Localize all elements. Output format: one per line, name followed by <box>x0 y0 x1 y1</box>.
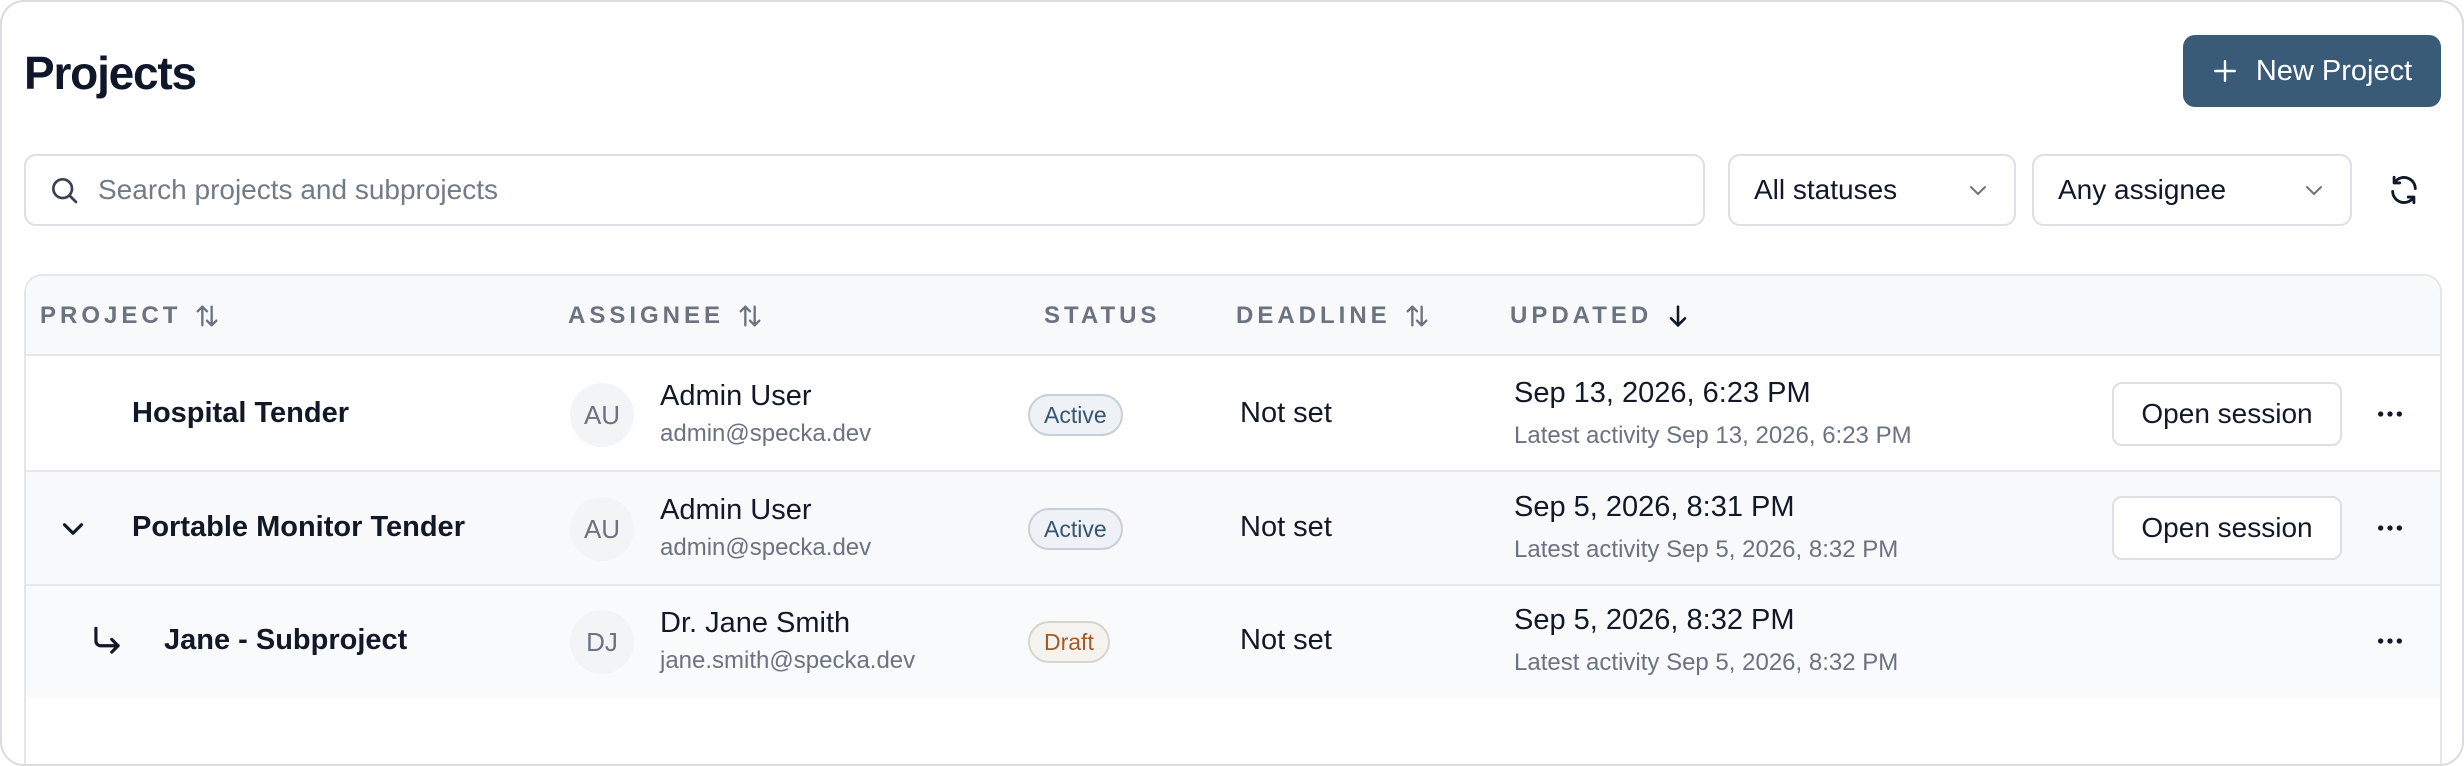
avatar: AU <box>570 497 634 561</box>
assignee-email: admin@specka.dev <box>660 420 872 447</box>
column-header-status: STATUS <box>1044 276 1160 356</box>
assignee-email: admin@specka.dev <box>660 534 872 561</box>
chevron-down-icon <box>2306 186 2322 195</box>
refresh-icon <box>2391 175 2417 205</box>
latest-activity: Latest activity Sep 5, 2026, 8:32 PM <box>1514 649 1899 676</box>
status-filter-value: All statuses <box>1754 174 1898 205</box>
sort-icon <box>739 305 761 327</box>
assignee-filter-select[interactable]: Any assignee <box>2032 154 2352 226</box>
status-filter-select[interactable]: All statuses <box>1728 154 2016 226</box>
projects-page: Projects New Project All statuses Any as… <box>0 0 2464 766</box>
avatar: DJ <box>570 610 634 674</box>
project-name[interactable]: Portable Monitor Tender <box>132 511 465 544</box>
avatar: AU <box>570 383 634 447</box>
chevron-down-icon <box>1970 186 1986 195</box>
new-project-label: New Project <box>2255 54 2413 87</box>
row-actions-button[interactable] <box>2370 394 2410 434</box>
status-badge: Active <box>1028 394 1123 436</box>
sort-icon <box>1406 305 1428 327</box>
open-session-button[interactable]: Open session <box>2112 382 2342 446</box>
assignee-email: jane.smith@specka.dev <box>660 647 916 674</box>
latest-activity: Latest activity Sep 5, 2026, 8:32 PM <box>1514 536 1899 563</box>
deadline-value: Not set <box>1240 511 1332 543</box>
sort-icon <box>196 305 218 327</box>
refresh-button[interactable] <box>2382 168 2426 212</box>
project-name[interactable]: Hospital Tender <box>132 397 349 430</box>
assignee-filter-value: Any assignee <box>2058 174 2227 205</box>
updated-date: Sep 5, 2026, 8:31 PM <box>1514 491 1795 523</box>
table-header: PROJECT ASSIGNEE STATUS DEADLINE UPDATED <box>26 276 2440 356</box>
chevron-down-icon[interactable] <box>56 512 90 546</box>
new-project-button[interactable]: New Project <box>2183 35 2441 107</box>
page-title: Projects <box>24 47 197 99</box>
search-input[interactable] <box>98 174 1658 206</box>
column-header-updated[interactable]: UPDATED <box>1510 276 1692 356</box>
project-name[interactable]: Jane - Subproject <box>164 624 407 657</box>
column-label: DEADLINE <box>1236 302 1391 329</box>
subproject-arrow-icon <box>94 626 120 654</box>
column-header-deadline[interactable]: DEADLINE <box>1236 276 1431 356</box>
row-actions-button[interactable] <box>2370 508 2410 548</box>
row-actions-button[interactable] <box>2370 621 2410 661</box>
updated-date: Sep 5, 2026, 8:32 PM <box>1514 604 1795 636</box>
status-badge: Active <box>1028 508 1123 550</box>
column-label: UPDATED <box>1510 302 1653 329</box>
open-session-button[interactable]: Open session <box>2112 496 2342 560</box>
plus-icon <box>2213 60 2236 82</box>
more-icon <box>2378 525 2402 531</box>
latest-activity: Latest activity Sep 13, 2026, 6:23 PM <box>1514 422 1912 449</box>
table-row[interactable]: Portable Monitor Tender AU Admin User ad… <box>26 472 2440 586</box>
assignee-name: Admin User <box>660 380 812 412</box>
arrow-down-icon <box>1669 305 1687 327</box>
column-header-project[interactable]: PROJECT <box>40 276 221 356</box>
search-box[interactable] <box>24 154 1705 226</box>
assignee-name: Admin User <box>660 494 812 526</box>
table-row[interactable]: Jane - Subproject DJ Dr. Jane Smith jane… <box>26 586 2440 698</box>
table-row[interactable]: Hospital Tender AU Admin User admin@spec… <box>26 358 2440 472</box>
deadline-value: Not set <box>1240 624 1332 656</box>
column-header-assignee[interactable]: ASSIGNEE <box>568 276 764 356</box>
search-icon <box>52 178 78 204</box>
column-label: ASSIGNEE <box>568 302 725 329</box>
assignee-name: Dr. Jane Smith <box>660 607 851 639</box>
column-label: PROJECT <box>40 302 182 329</box>
more-icon <box>2378 638 2402 644</box>
column-label: STATUS <box>1044 302 1161 329</box>
status-badge: Draft <box>1028 621 1110 663</box>
projects-table: PROJECT ASSIGNEE STATUS DEADLINE UPDATED… <box>24 274 2442 764</box>
deadline-value: Not set <box>1240 397 1332 429</box>
more-icon <box>2378 411 2402 417</box>
updated-date: Sep 13, 2026, 6:23 PM <box>1514 377 1811 409</box>
